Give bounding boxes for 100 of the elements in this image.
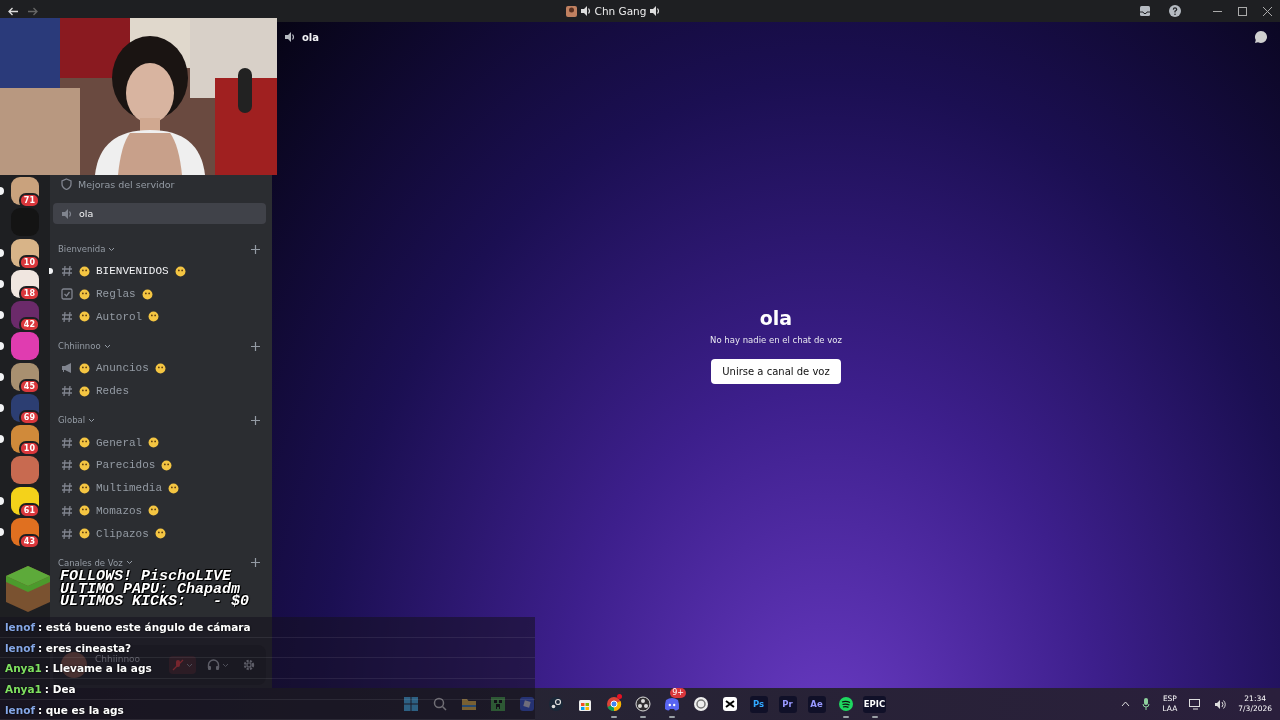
close-icon[interactable]	[1263, 6, 1272, 16]
channel-item[interactable]: Momazos	[53, 499, 266, 523]
mention-badge: 71	[18, 193, 40, 208]
settings-icon	[243, 659, 255, 671]
app-tile[interactable]: Ae	[807, 695, 826, 713]
maximize-icon[interactable]	[1238, 6, 1247, 16]
channel-item[interactable]: Mejoras del servidor	[53, 176, 266, 192]
channel-item[interactable]: Reglas	[53, 282, 266, 306]
mention-badge: 10	[18, 255, 40, 270]
record-icon[interactable]	[634, 696, 651, 712]
chevron-up-icon[interactable]	[1121, 701, 1131, 707]
join-voice-button[interactable]: Unirse a canal de voz	[711, 358, 841, 384]
emoji-icon	[79, 265, 90, 277]
app-tile[interactable]: Ps	[749, 695, 768, 713]
creeper-icon[interactable]	[489, 696, 506, 712]
emoji-icon	[148, 437, 160, 449]
emoji-icon	[79, 311, 90, 323]
emoji-icon	[168, 482, 179, 494]
channel-item[interactable]: Multimedia	[53, 476, 266, 500]
emoji-icon	[141, 288, 153, 300]
chat-bubble-icon[interactable]	[1254, 30, 1268, 44]
emoji-icon	[79, 459, 90, 471]
windows-icon[interactable]	[402, 696, 419, 712]
category-name[interactable]: Bienvenida	[58, 244, 106, 254]
search-icon[interactable]	[431, 696, 448, 712]
stream-alert-text: ULTIMOS KICKS: - $0	[60, 596, 250, 609]
mention-badge: 61	[18, 503, 40, 518]
chat-message: : eres cineasta?	[38, 641, 132, 654]
server-avatar-icon	[565, 5, 577, 17]
channel-item[interactable]: Parecidos	[53, 454, 266, 477]
chat-message: : que es la ags	[38, 703, 124, 716]
category-name[interactable]: Global	[58, 415, 86, 426]
channel-item[interactable]: Redes	[53, 379, 266, 403]
chat-message: : está bueno este ángulo de cámara	[38, 620, 251, 633]
category-name[interactable]: Canales de Voz	[58, 557, 123, 568]
network-icon[interactable]	[1189, 698, 1203, 710]
grass-block-icon	[5, 565, 51, 613]
chat-username: lenof	[5, 641, 35, 654]
app-tile[interactable]: EPIC	[862, 695, 887, 713]
chat-message: : Dea	[44, 682, 76, 695]
selected-channel[interactable]: ola	[53, 203, 266, 224]
browser-icon[interactable]	[605, 696, 622, 712]
emoji-icon	[79, 528, 90, 540]
chat-username: Anya1	[5, 662, 42, 675]
headphones-icon	[207, 659, 220, 671]
emoji-icon	[174, 265, 186, 277]
chevron-down-icon	[108, 246, 116, 252]
channel-item[interactable]: Anuncios	[53, 357, 266, 380]
window-title: Chn Gang	[594, 5, 647, 17]
mention-badge: 69	[18, 410, 40, 425]
chevron-down-icon	[222, 662, 229, 668]
megaphone-icon	[61, 362, 73, 375]
volume-icon[interactable]	[1214, 698, 1227, 710]
inbox-icon[interactable]	[1139, 5, 1151, 17]
hash-icon	[61, 482, 73, 495]
emoji-icon	[161, 459, 173, 471]
mention-badge: 10	[18, 441, 40, 456]
plus-icon[interactable]	[251, 558, 260, 568]
username: Chhiinnoo	[95, 654, 142, 664]
hash-icon	[61, 527, 73, 540]
microphone-icon	[172, 659, 184, 671]
chevron-down-icon	[103, 343, 111, 349]
hash-icon	[61, 436, 73, 449]
plus-icon[interactable]	[251, 415, 260, 425]
back-arrow-icon[interactable]	[8, 6, 19, 16]
emoji-icon	[79, 482, 90, 494]
mention-badge: 43	[18, 534, 40, 549]
channel-item[interactable]: Clipazos	[53, 522, 266, 545]
chevron-down-icon	[125, 560, 133, 566]
emoji-icon	[148, 505, 160, 517]
plus-icon[interactable]	[251, 341, 260, 351]
app-tile[interactable]: Pr	[778, 695, 797, 713]
channel-title: ola	[302, 31, 321, 43]
help-icon[interactable]	[1169, 5, 1181, 17]
shield-icon	[61, 178, 72, 190]
emoji-icon	[79, 437, 90, 449]
mention-badge: 45	[18, 379, 40, 394]
microphone-icon[interactable]	[1142, 698, 1151, 710]
chevron-down-icon	[88, 417, 96, 423]
emoji-icon	[79, 385, 90, 397]
speaker-icon	[649, 5, 662, 17]
forward-arrow-icon[interactable]	[27, 6, 38, 16]
emoji-icon	[154, 528, 166, 540]
channel-item[interactable]: BIENVENIDOS	[53, 260, 266, 283]
chevron-down-icon	[186, 662, 193, 668]
mention-badge: 18	[18, 286, 40, 301]
channel-item[interactable]: General	[53, 431, 266, 455]
chat-username: lenof	[5, 620, 35, 633]
clapper-icon[interactable]	[721, 696, 738, 712]
hash-icon	[61, 265, 73, 278]
plus-icon[interactable]	[251, 244, 260, 254]
stream-alert-text: ULTIMO PAPU: Chapadm	[60, 583, 241, 596]
chat-username: Anya1	[5, 682, 42, 695]
channel-item[interactable]: Autorol	[53, 305, 266, 329]
speaker-icon	[579, 5, 592, 17]
chat-username: lenof	[5, 703, 35, 716]
emoji-icon	[148, 311, 160, 323]
folder-icon[interactable]	[460, 696, 477, 712]
category-name[interactable]: Chhiinnoo	[58, 341, 101, 352]
hash-icon	[61, 504, 73, 517]
